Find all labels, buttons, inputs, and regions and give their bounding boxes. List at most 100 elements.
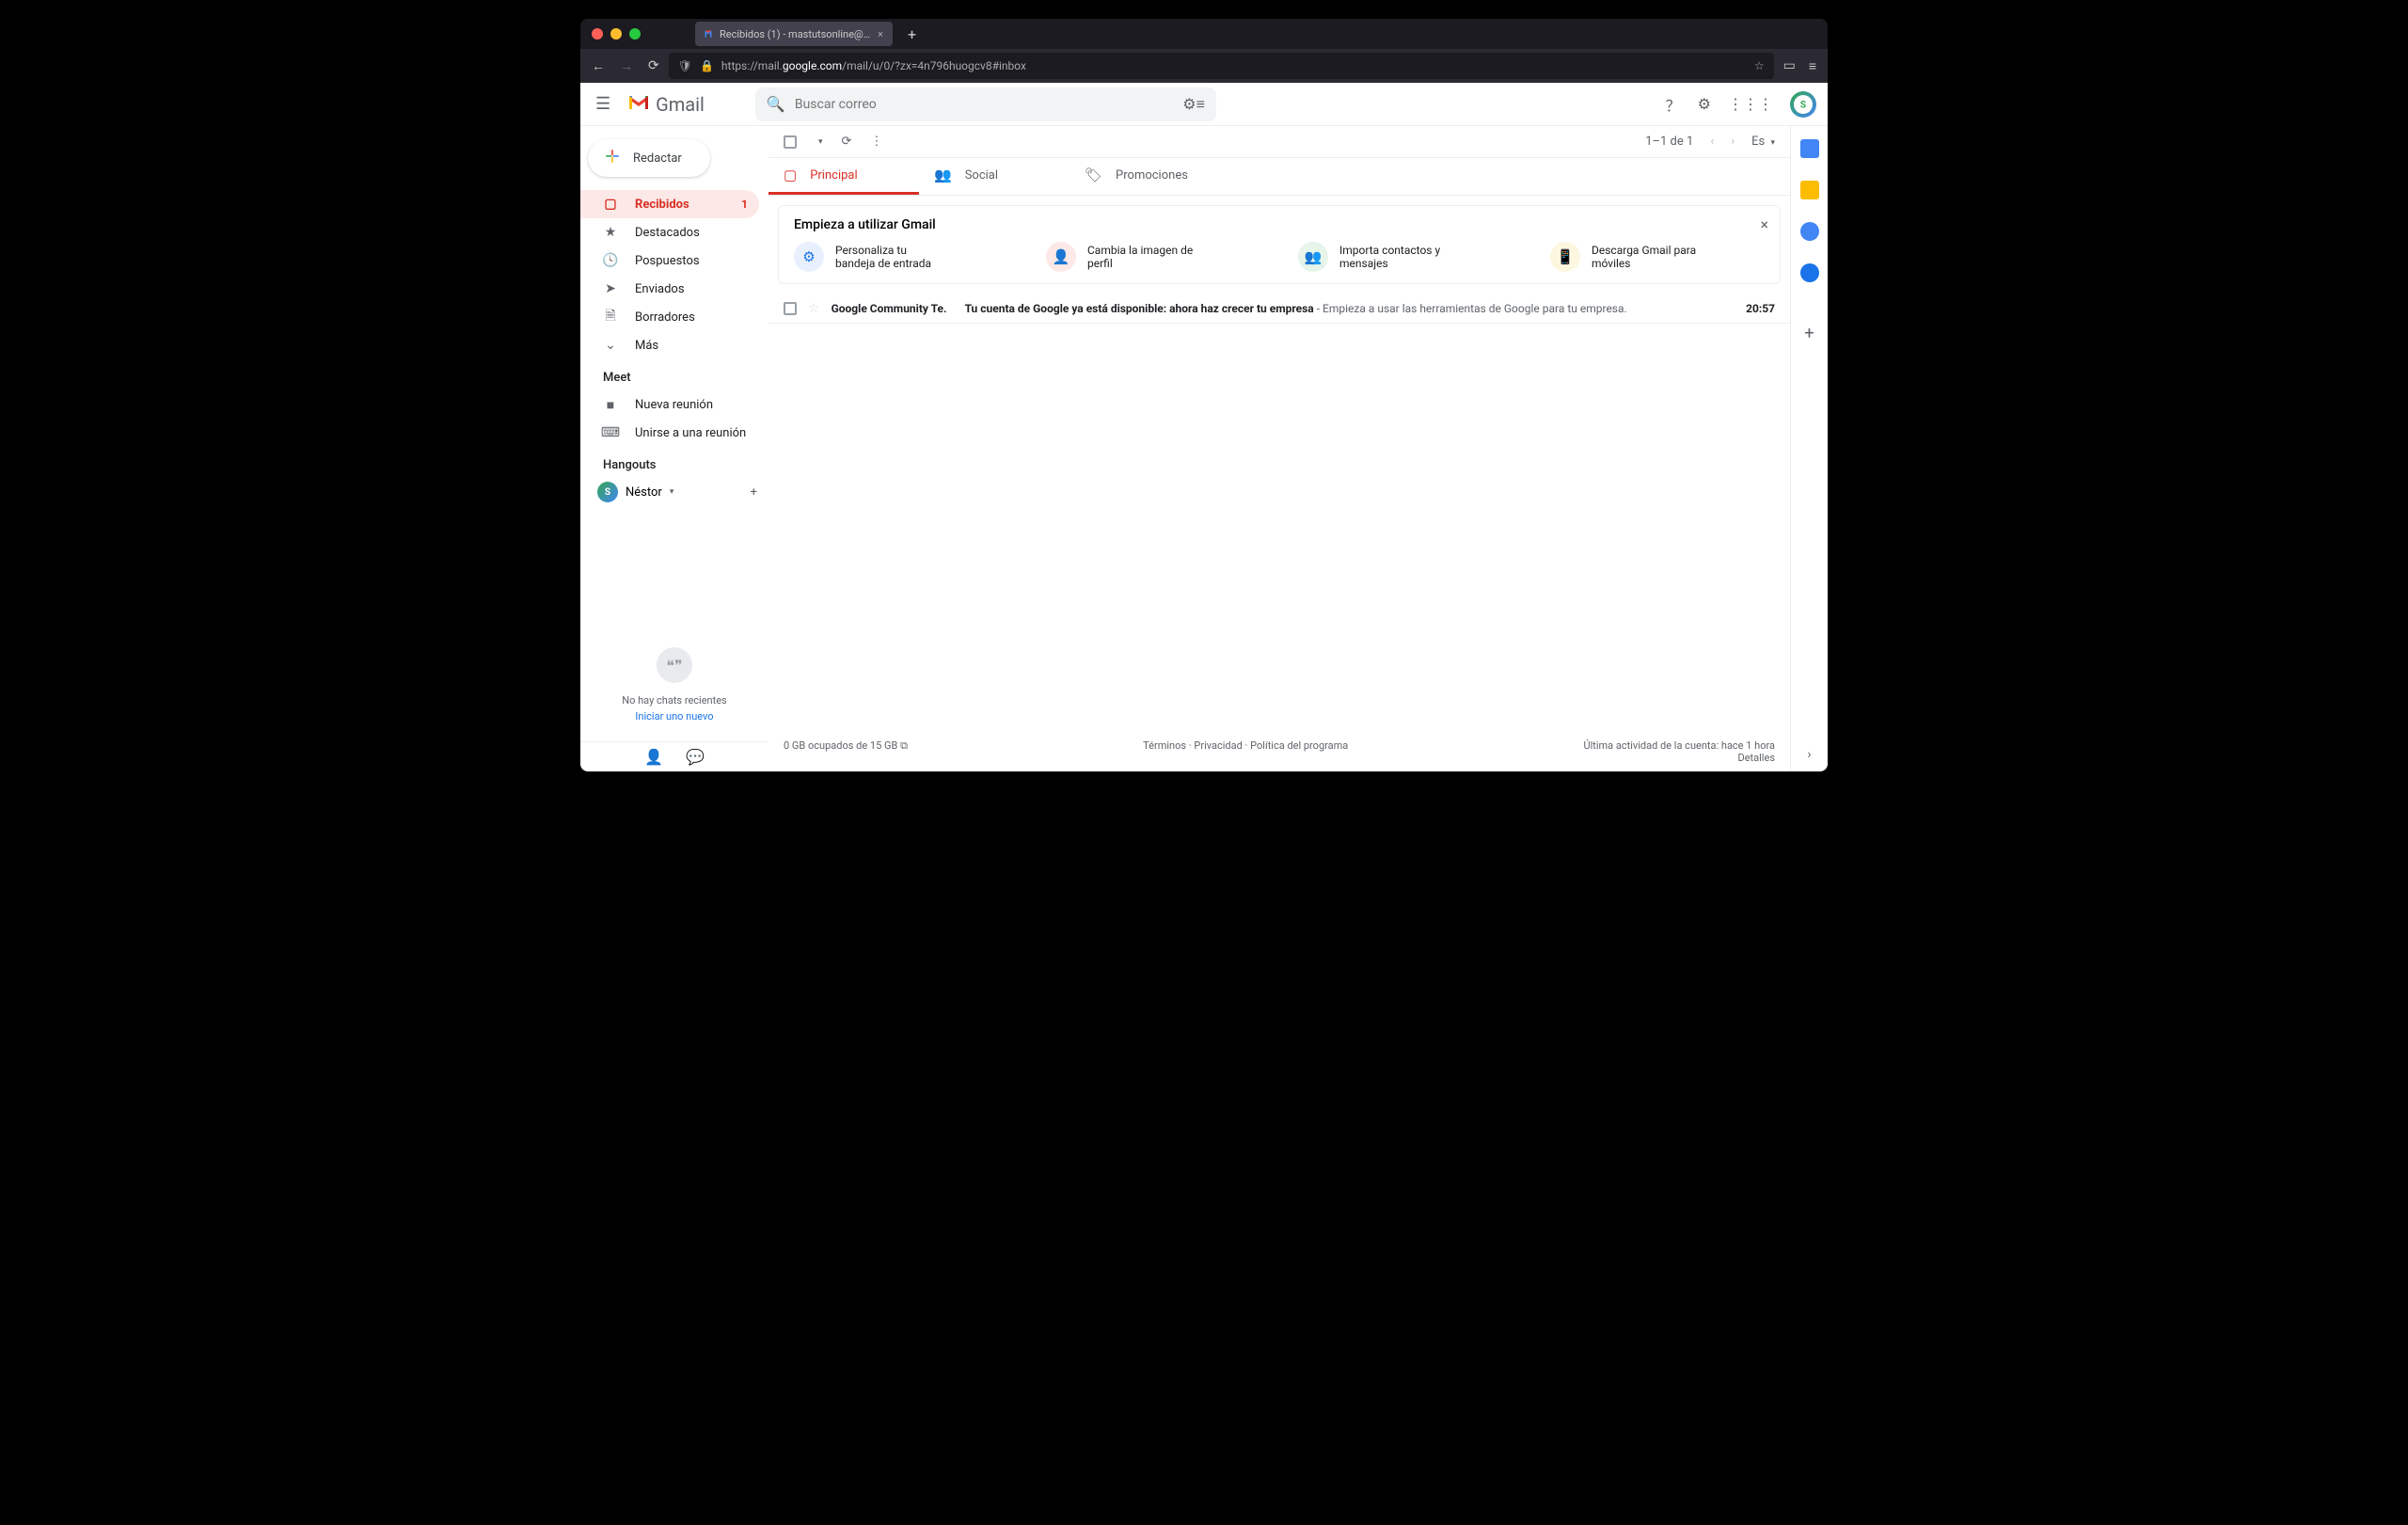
url-bar[interactable]: 🛡 🔒 https://mail.google.com/mail/u/0/?zx… [669, 53, 1774, 79]
main-pane: ▾ ⟳ ⋮ 1–1 de 1 ‹ › Es ▾ ▢ Principal [768, 126, 1790, 771]
sidebar-item-starred[interactable]: ★ Destacados [580, 218, 759, 246]
tab-promotions[interactable]: 🏷 Promociones [1069, 158, 1220, 195]
minimize-window-button[interactable] [610, 28, 622, 40]
folder-list: ▢ Recibidos 1 ★ Destacados 🕓 Pospuestos … [580, 190, 768, 359]
hangouts-new-chat-button[interactable]: + [751, 485, 757, 500]
titlebar: Recibidos (1) - mastutsonline@… × + [580, 19, 1828, 49]
reader-icon[interactable]: ▭ [1783, 58, 1796, 74]
contacts-addon-icon[interactable] [1800, 263, 1819, 282]
getting-started-panel: Empieza a utilizar Gmail × ⚙ Personaliza… [778, 205, 1781, 284]
addressbar: ← → ⟳ 🛡 🔒 https://mail.google.com/mail/u… [580, 49, 1828, 83]
tasks-addon-icon[interactable] [1800, 222, 1819, 241]
search-input[interactable] [795, 97, 1173, 112]
calendar-addon-icon[interactable] [1800, 139, 1819, 158]
forward-button[interactable]: → [620, 58, 633, 74]
email-row[interactable]: ☆ Google Community Te. Tu cuenta de Goog… [768, 294, 1790, 324]
select-all-checkbox[interactable] [784, 135, 797, 149]
svg-text:S: S [1800, 100, 1806, 110]
hangouts-tab-icon[interactable]: 💬 [686, 748, 705, 766]
close-window-button[interactable] [592, 28, 603, 40]
storage-info[interactable]: 0 GB ocupados de 15 GB ⧉ [784, 739, 908, 764]
import-icon: 👥 [1298, 242, 1328, 272]
terms-link[interactable]: Términos [1143, 739, 1186, 752]
hangouts-user-row[interactable]: S Néstor ▾ + [580, 478, 768, 506]
settings-gear-icon[interactable]: ⚙ [1698, 95, 1711, 113]
gmail-favicon [703, 28, 714, 40]
gs-customize-inbox[interactable]: ⚙ Personaliza tu bandeja de entrada [794, 242, 1008, 272]
side-panel: + › [1790, 126, 1828, 771]
meet-new-meeting[interactable]: ■ Nueva reunión [580, 390, 759, 419]
sidebar-item-snoozed[interactable]: 🕓 Pospuestos [580, 246, 759, 275]
person-tab-icon[interactable]: 👤 [644, 748, 663, 766]
keep-addon-icon[interactable] [1800, 181, 1819, 199]
star-toggle[interactable]: ☆ [808, 301, 820, 316]
close-tab-button[interactable]: × [876, 28, 885, 40]
account-avatar[interactable]: S [1790, 91, 1816, 118]
gs-import-contacts[interactable]: 👥 Importa contactos y mensajes [1298, 242, 1513, 272]
sidebar-item-drafts[interactable]: 🗎 Borradores [580, 303, 759, 331]
select-all-dropdown[interactable]: ▾ [818, 137, 823, 147]
input-tools-button[interactable]: Es ▾ [1751, 135, 1775, 149]
keyboard-icon: ⌨ [603, 425, 618, 440]
policy-link[interactable]: Política del programa [1250, 739, 1348, 752]
email-time: 20:57 [1746, 302, 1775, 315]
apps-grid-icon[interactable]: ⋮⋮⋮ [1728, 95, 1773, 113]
compose-label: Redactar [633, 151, 682, 166]
gs-download-mobile[interactable]: 📱 Descarga Gmail para móviles [1550, 242, 1765, 272]
meet-join-meeting[interactable]: ⌨ Unirse a una reunión [580, 419, 759, 447]
email-sender: Google Community Te. [832, 302, 954, 315]
gmail-header: ☰ Gmail 🔍 ⚙≡ ？ ⚙ ⋮⋮⋮ S [580, 83, 1828, 126]
gmail-logo[interactable]: Gmail [627, 93, 705, 116]
tab-primary[interactable]: ▢ Principal [768, 158, 919, 195]
gmail-m-icon [627, 93, 650, 116]
shield-icon[interactable]: 🛡 [678, 59, 692, 72]
next-page-button[interactable]: › [1731, 135, 1735, 149]
get-addons-button[interactable]: + [1804, 324, 1814, 343]
new-tab-button[interactable]: + [900, 25, 924, 43]
gs-close-button[interactable]: × [1760, 215, 1768, 233]
sidebar-item-sent[interactable]: ➤ Enviados [580, 275, 759, 303]
browser-menu-icon[interactable]: ≡ [1809, 58, 1816, 74]
email-subject-line: Tu cuenta de Google ya está disponible: … [965, 302, 1627, 315]
search-icon[interactable]: 🔍 [767, 95, 785, 113]
inbox-tab-icon: ▢ [784, 167, 797, 183]
hangouts-status-dropdown[interactable]: ▾ [670, 487, 674, 497]
mobile-icon: 📱 [1550, 242, 1580, 272]
prev-page-button[interactable]: ‹ [1710, 135, 1714, 149]
file-icon: 🗎 [603, 306, 618, 328]
more-actions-button[interactable]: ⋮ [870, 135, 882, 149]
pagination-label: 1–1 de 1 [1645, 135, 1693, 149]
hangouts-header: Hangouts [580, 447, 768, 478]
url-text: https://mail.google.com/mail/u/0/?zx=4n7… [721, 59, 1747, 72]
privacy-link[interactable]: Privacidad [1194, 739, 1242, 752]
collapse-panel-button[interactable]: › [1807, 747, 1811, 762]
window-controls [592, 28, 641, 40]
search-box[interactable]: 🔍 ⚙≡ [755, 87, 1216, 121]
search-filters-icon[interactable]: ⚙≡ [1182, 95, 1205, 114]
compose-button[interactable]: Redactar [588, 139, 710, 177]
details-link[interactable]: Detalles [1738, 752, 1776, 764]
browser-tab[interactable]: Recibidos (1) - mastutsonline@… × [695, 22, 893, 46]
maximize-window-button[interactable] [629, 28, 641, 40]
tab-social[interactable]: 👥 Social [919, 158, 1069, 195]
bookmark-star-icon[interactable]: ☆ [1754, 59, 1765, 72]
refresh-button[interactable]: ⟳ [842, 135, 852, 149]
video-icon: ■ [603, 397, 618, 413]
compose-plus-icon [603, 147, 622, 169]
tag-icon: 🏷 [1085, 167, 1102, 183]
sidebar-bottom-tabs: 👤 💬 [580, 741, 768, 771]
open-external-icon[interactable]: ⧉ [900, 739, 908, 752]
sidebar: Redactar ▢ Recibidos 1 ★ Destacados 🕓 Po… [580, 126, 768, 771]
start-new-chat-link[interactable]: Iniciar uno nuevo [635, 710, 713, 723]
tab-title: Recibidos (1) - mastutsonline@… [720, 28, 870, 40]
back-button[interactable]: ← [592, 58, 605, 74]
main-menu-icon[interactable]: ☰ [592, 90, 614, 118]
help-icon[interactable]: ？ [1666, 93, 1681, 116]
sidebar-item-inbox[interactable]: ▢ Recibidos 1 [580, 190, 759, 218]
meet-header: Meet [580, 359, 768, 390]
reload-button[interactable]: ⟳ [648, 58, 659, 74]
lock-icon[interactable]: 🔒 [700, 59, 714, 72]
sidebar-item-more[interactable]: ⌄ Más [580, 331, 759, 359]
gs-change-profile[interactable]: 👤 Cambia la imagen de perfil [1046, 242, 1260, 272]
email-checkbox[interactable] [784, 302, 797, 315]
